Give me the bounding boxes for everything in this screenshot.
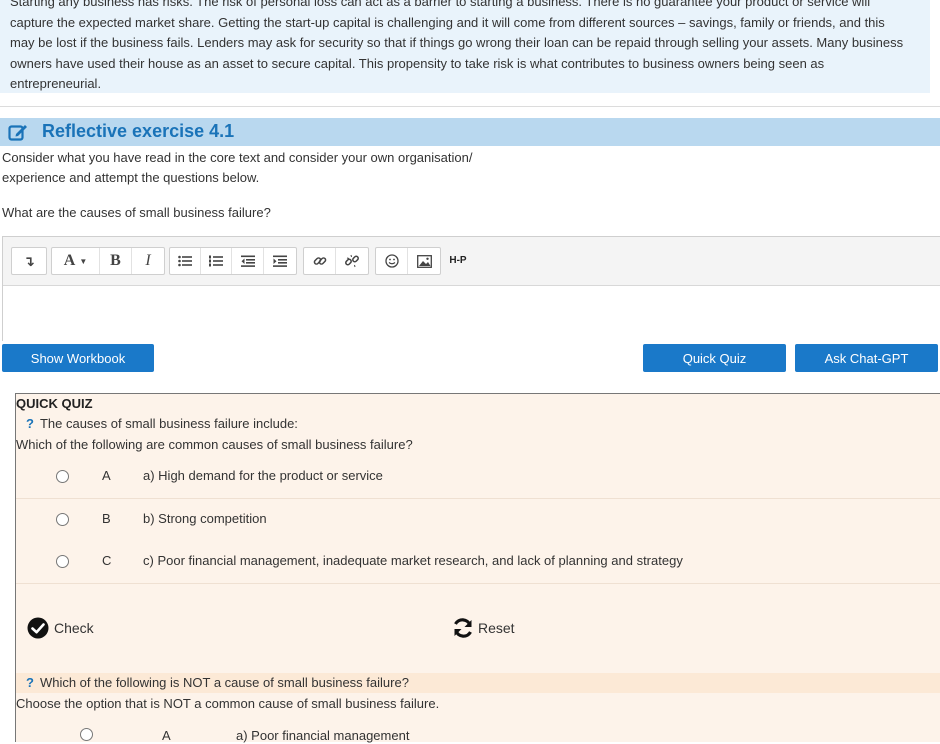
radio-button[interactable] [56, 470, 69, 483]
answer-option-a[interactable]: A a) High demand for the product or serv… [16, 456, 940, 499]
unordered-list-icon [178, 255, 192, 267]
ask-chatgpt-button[interactable]: Ask Chat-GPT [795, 344, 938, 372]
link-icon [313, 257, 326, 265]
paragraph-icon[interactable]: ↴ [12, 248, 46, 274]
intro-line: owners have used their house as an asset… [10, 55, 825, 71]
option-letter: B [102, 511, 111, 526]
option-text: b) Strong competition [143, 511, 267, 526]
italic-button[interactable]: I [132, 248, 164, 274]
insert-image-button[interactable] [408, 248, 440, 274]
question-title-text: The causes of small business failure inc… [39, 416, 298, 431]
question-mark-icon: ? [26, 675, 34, 690]
answer-option-b[interactable]: B b) Strong competition [16, 499, 940, 542]
question-mark-icon: ? [26, 416, 34, 431]
insert-group [375, 247, 441, 275]
intro-line: may be lost if the business fails. Lende… [10, 35, 904, 50]
instruction-text: experience and attempt the questions bel… [2, 170, 260, 185]
instruction-text: Consider what you have read in the core … [2, 150, 473, 165]
intro-line: Starting any business has risks. The ris… [10, 0, 871, 9]
ordered-list-button[interactable] [201, 248, 232, 274]
reset-button[interactable]: Reset [478, 620, 515, 636]
check-button[interactable]: Check [54, 620, 94, 636]
unordered-list-button[interactable] [170, 248, 201, 274]
intro-line: capture the expected market share. Getti… [10, 14, 885, 30]
question-text: Which of the following are common causes… [16, 437, 413, 452]
reflective-exercise-header: Reflective exercise 4.1 [0, 118, 940, 146]
rich-text-editor: ↴ A ▼ B I H-P [2, 236, 940, 341]
answer-option-a[interactable]: A a) Poor financial management [16, 724, 940, 744]
exercise-question: What are the causes of small business fa… [2, 205, 271, 220]
question-title-line: ? Which of the following is NOT a cause o… [26, 675, 409, 690]
radio-button[interactable] [56, 513, 69, 526]
check-circle-icon[interactable] [27, 617, 49, 639]
intro-line: entrepreneurial. [10, 76, 102, 91]
question-title: ? The causes of small business failure in… [26, 416, 298, 431]
edit-icon [8, 125, 27, 141]
option-text: c) Poor financial management, inadequate… [143, 553, 683, 568]
section-divider [0, 106, 940, 107]
bold-button[interactable]: B [100, 248, 132, 274]
radio-button[interactable] [80, 728, 93, 741]
quiz-heading: QUICK QUIZ [16, 396, 93, 411]
refresh-icon[interactable] [451, 616, 475, 640]
quick-quiz-button[interactable]: Quick Quiz [643, 344, 786, 372]
list-group [169, 247, 297, 275]
question-text: Choose the option that is NOT a common c… [16, 696, 440, 711]
show-workbook-button[interactable]: Show Workbook [2, 344, 154, 372]
answer-option-c[interactable]: C c) Poor financial management, inadequa… [16, 541, 940, 584]
indent-icon [273, 255, 287, 267]
font-size-label: A [63, 252, 76, 269]
outdent-button[interactable] [232, 248, 264, 274]
ordered-list-icon [209, 255, 223, 267]
question-title: ? Which of the following is NOT a cause o… [16, 673, 940, 693]
option-text: a) High demand for the product or servic… [143, 468, 383, 483]
intro-panel: Starting any business has risks. The ris… [0, 0, 930, 93]
smiley-icon [384, 254, 399, 268]
link-group [303, 247, 369, 275]
paragraph-group: ↴ [11, 247, 47, 275]
radio-button[interactable] [56, 555, 69, 568]
unlink-icon [345, 254, 359, 268]
reflective-exercise-title: Reflective exercise 4.1 [42, 121, 235, 141]
editor-toolbar: ↴ A ▼ B I H-P [3, 237, 940, 286]
caret-down-icon: ▼ [79, 256, 88, 266]
image-icon [416, 254, 432, 268]
question-title-text: Which of the following is NOT a cause of… [39, 675, 409, 690]
editor-text-area[interactable] [3, 286, 940, 341]
text-format-group: A ▼ B I [51, 247, 165, 275]
outdent-icon [240, 255, 255, 267]
quick-quiz-panel: QUICK QUIZ ? The causes of small business… [15, 393, 940, 744]
h5p-button[interactable]: H-P [443, 249, 473, 271]
unlink-button[interactable] [336, 248, 368, 274]
option-letter: C [102, 553, 112, 568]
intro-paragraph: Starting any business has risks. The ris… [10, 0, 926, 93]
option-letter: A [102, 468, 111, 483]
font-size-button[interactable]: A ▼ [52, 248, 100, 274]
link-button[interactable] [304, 248, 336, 274]
emoji-button[interactable] [376, 248, 408, 274]
indent-button[interactable] [264, 248, 296, 274]
